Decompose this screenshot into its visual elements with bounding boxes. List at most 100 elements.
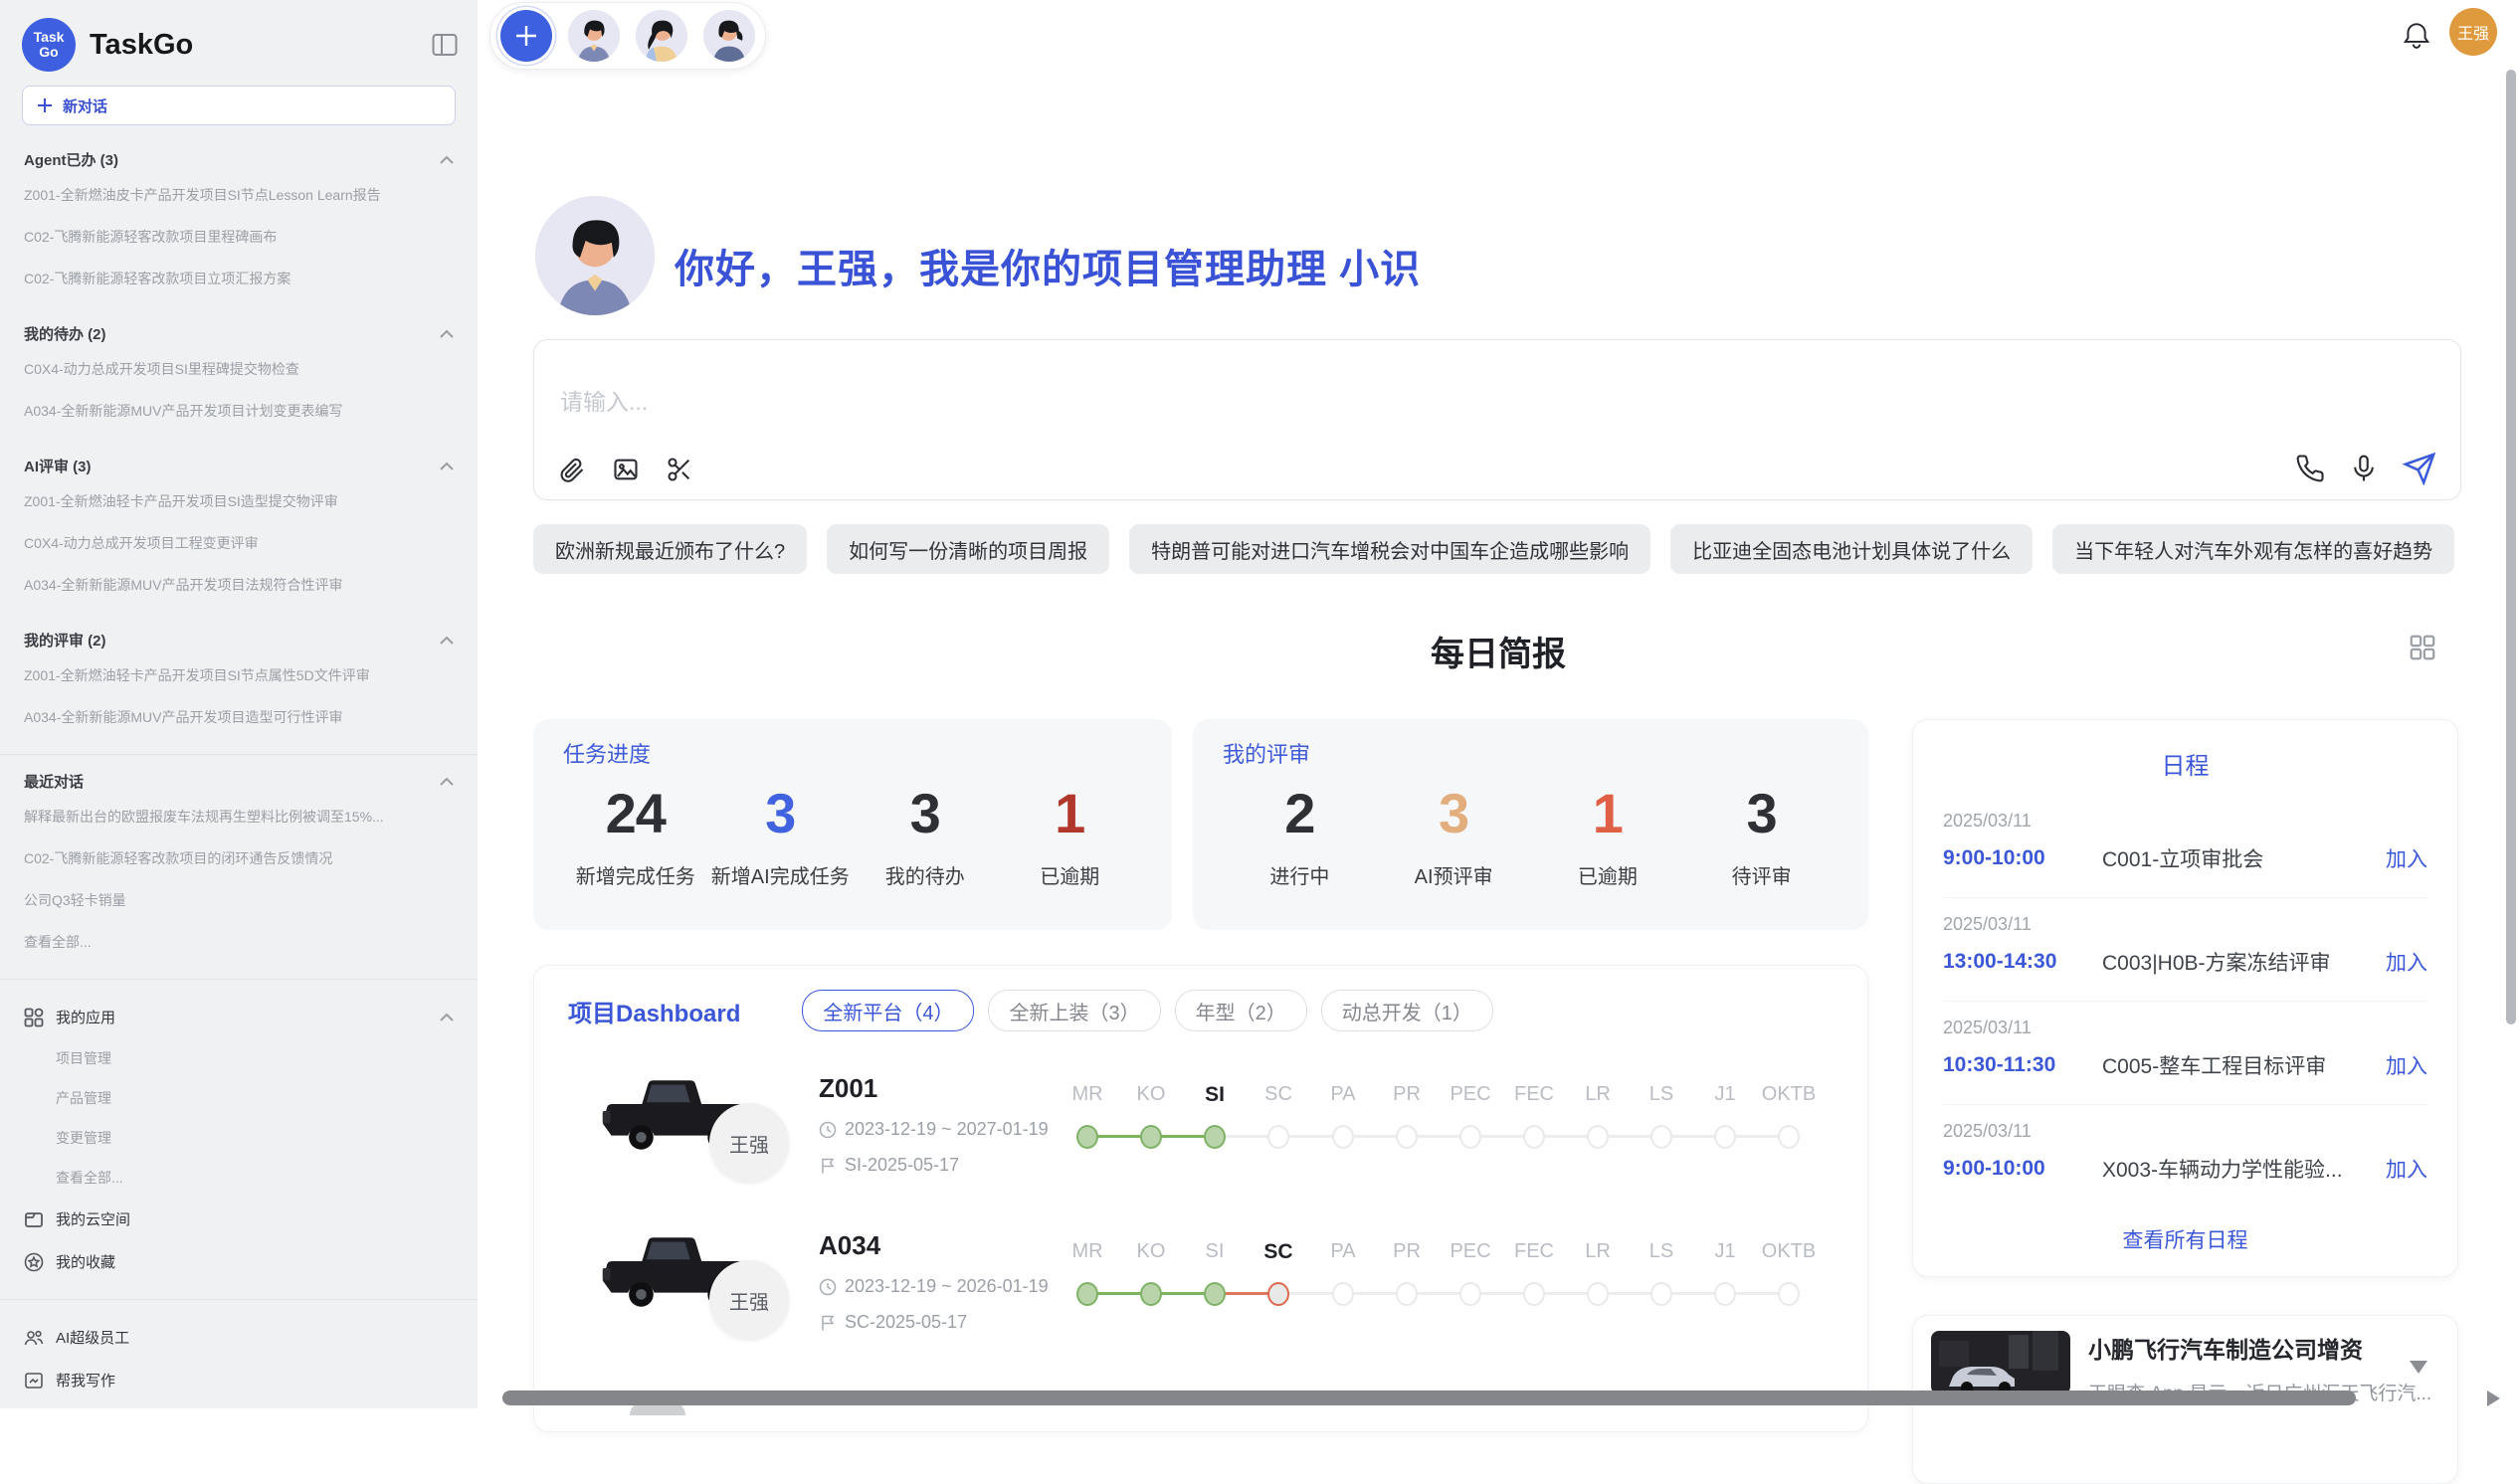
sidebar-item-favorites[interactable]: 我的收藏 (22, 1240, 456, 1283)
milestone-label: MR (1071, 1083, 1102, 1106)
collapse-sidebar-icon[interactable] (432, 33, 458, 57)
filter-tab[interactable]: 全新上装（3） (988, 990, 1160, 1031)
section-recent-chats[interactable]: 最近对话 (24, 771, 454, 792)
chevron-up-icon[interactable] (440, 1013, 454, 1021)
section-my-review[interactable]: 我的评审 (2) (24, 630, 454, 650)
milestone-label: J1 (1714, 1240, 1735, 1263)
chevron-up-icon[interactable] (440, 155, 454, 164)
sidebar-item-product-mgmt[interactable]: 产品管理 (56, 1078, 454, 1118)
list-item[interactable]: C0X4-动力总成开发项目SI里程碑提交物检查 (24, 348, 454, 390)
project-row[interactable]: 王强 A034 2023-12-19 ~ 2026-01-19 SC-2025-… (534, 1224, 1867, 1382)
schedule-event: 2025/03/11 10:30-11:30 C005-整车工程目标评审 加入 (1943, 1002, 2427, 1105)
section-title: Agent已办 (3) (24, 149, 440, 170)
session-avatar[interactable] (568, 10, 620, 62)
phone-call-icon[interactable] (2295, 454, 2325, 483)
stat-label: 新增完成任务 (563, 860, 708, 889)
vertical-scrollbar[interactable] (2506, 70, 2516, 1024)
list-item[interactable]: A034-全新新能源MUV产品开发项目法规符合性评审 (24, 564, 454, 606)
milestone-label: OKTB (1762, 1240, 1816, 1263)
logo-text-top: Task (34, 30, 65, 45)
project-row[interactable]: 王强 Z001 2023-12-19 ~ 2027-01-19 SI-2025-… (534, 1067, 1867, 1224)
sidebar-item-change-mgmt[interactable]: 变更管理 (56, 1118, 454, 1158)
list-item[interactable]: Z001-全新燃油轻卡产品开发项目SI节点属性5D文件评审 (24, 654, 454, 696)
filter-tab[interactable]: 动总开发（1） (1321, 990, 1493, 1031)
list-item[interactable]: 公司Q3轻卡销量 (24, 879, 454, 921)
milestone-dot (1396, 1125, 1418, 1149)
stat-overdue: 1 已逾期 (998, 781, 1143, 889)
list-item[interactable]: C02-飞腾新能源轻客改款项目立项汇报方案 (24, 258, 454, 299)
suggestion-chip[interactable]: 特朗普可能对进口汽车增税会对中国车企造成哪些影响 (1129, 524, 1650, 574)
chevron-up-icon[interactable] (440, 777, 454, 786)
sidebar-item-ai-employee[interactable]: AI超级员工 (22, 1316, 456, 1359)
suggestion-chip[interactable]: 欧洲新规最近颁布了什么? (533, 524, 807, 574)
filter-tab[interactable]: 全新平台（4） (802, 990, 974, 1031)
chevron-up-icon[interactable] (440, 329, 454, 338)
filter-tab[interactable]: 年型（2） (1175, 990, 1307, 1031)
milestone-label: SC (1264, 1083, 1292, 1106)
user-avatar[interactable]: 王强 (2449, 8, 2497, 56)
list-item[interactable]: Z001-全新燃油皮卡产品开发项目SI节点Lesson Learn报告 (24, 174, 454, 216)
list-item[interactable]: A034-全新新能源MUV产品开发项目计划变更表编写 (24, 390, 454, 432)
new-chat-button[interactable]: 新对话 (22, 86, 456, 125)
section-agent-done[interactable]: Agent已办 (3) (24, 149, 454, 170)
cloud-space-label: 我的云空间 (56, 1208, 454, 1229)
list-item[interactable]: 解释最新出台的欧盟报废车法规再生塑料比例被调至15%... (24, 796, 454, 837)
list-item[interactable]: Z001-全新燃油轻卡产品开发项目SI造型提交物评审 (24, 480, 454, 522)
scroll-right-arrow-icon[interactable] (2487, 1391, 2500, 1406)
microphone-icon[interactable] (2349, 454, 2379, 483)
join-link[interactable]: 加入 (2386, 947, 2427, 977)
view-all-schedule-link[interactable]: 查看所有日程 (1943, 1224, 2427, 1254)
milestone-dot (1587, 1125, 1609, 1149)
sidebar-item-write-helper[interactable]: 帮我写作 (22, 1359, 456, 1401)
notifications-bell-icon[interactable] (2402, 20, 2431, 50)
schedule-event: 2025/03/11 9:00-10:00 X003-车辆动力学性能验... 加… (1943, 1105, 2427, 1208)
sidebar-item-creative-draw[interactable]: 创意制图 (22, 1401, 456, 1408)
send-icon[interactable] (2403, 452, 2436, 485)
chevron-up-icon[interactable] (440, 462, 454, 470)
view-all-chats-link[interactable]: 查看全部... (24, 921, 454, 963)
list-item[interactable]: C02-飞腾新能源轻客改款项目里程碑画布 (24, 216, 454, 258)
milestone-dot (1587, 1282, 1609, 1306)
list-item[interactable]: C02-飞腾新能源轻客改款项目的闭环通告反馈情况 (24, 837, 454, 879)
sidebar-item-cloud-space[interactable]: 我的云空间 (22, 1198, 456, 1240)
list-item[interactable]: A034-全新新能源MUV产品开发项目造型可行性评审 (24, 696, 454, 738)
layout-grid-icon[interactable] (2408, 633, 2437, 662)
milestone-label: KO (1137, 1083, 1166, 1106)
milestone-label: PA (1330, 1240, 1355, 1263)
sidebar-item-project-mgmt[interactable]: 项目管理 (56, 1038, 454, 1078)
milestone-label: LS (1649, 1240, 1673, 1263)
message-input[interactable] (558, 388, 1457, 417)
section-ai-review[interactable]: AI评审 (3) (24, 456, 454, 476)
join-link[interactable]: 加入 (2386, 843, 2427, 873)
clock-icon (819, 1121, 837, 1139)
section-title: 我的待办 (2) (24, 323, 440, 344)
image-icon[interactable] (612, 456, 640, 483)
schedule-card: 日程 2025/03/11 9:00-10:00 C001-立项审批会 加入 2… (1912, 719, 2458, 1277)
milestone-dot (1332, 1282, 1354, 1306)
horizontal-scrollbar[interactable] (502, 1391, 2356, 1405)
join-link[interactable]: 加入 (2386, 1154, 2427, 1184)
card-title: 我的评审 (1223, 737, 1839, 769)
sidebar-item-my-apps[interactable]: 我的应用 (22, 996, 456, 1038)
suggestion-chip[interactable]: 比亚迪全固态电池计划具体说了什么 (1670, 524, 2033, 574)
project-milestone-date: SI-2025-05-17 (845, 1155, 959, 1176)
user-name: 王强 (2457, 20, 2489, 44)
suggestion-chip[interactable]: 如何写一份清晰的项目周报 (827, 524, 1109, 574)
view-all-apps-link[interactable]: 查看全部... (56, 1158, 454, 1198)
scissors-icon[interactable] (666, 456, 693, 483)
milestone-dot (1459, 1125, 1481, 1149)
list-item[interactable]: C0X4-动力总成开发项目工程变更评审 (24, 522, 454, 564)
add-session-button[interactable] (500, 10, 552, 62)
section-my-todo[interactable]: 我的待办 (2) (24, 323, 454, 344)
stat-label: 已逾期 (998, 860, 1143, 889)
join-link[interactable]: 加入 (2386, 1050, 2427, 1080)
suggestion-chip[interactable]: 当下年轻人对汽车外观有怎样的喜好趋势 (2052, 524, 2454, 574)
attachment-icon[interactable] (558, 456, 586, 483)
session-avatar[interactable] (703, 10, 755, 62)
event-name: C001-立项审批会 (2102, 843, 2374, 873)
scroll-down-arrow-icon[interactable] (2410, 1361, 2427, 1374)
session-switcher (489, 2, 766, 70)
stat-label: AI预评审 (1377, 860, 1531, 889)
chevron-up-icon[interactable] (440, 636, 454, 645)
session-avatar[interactable] (636, 10, 687, 62)
